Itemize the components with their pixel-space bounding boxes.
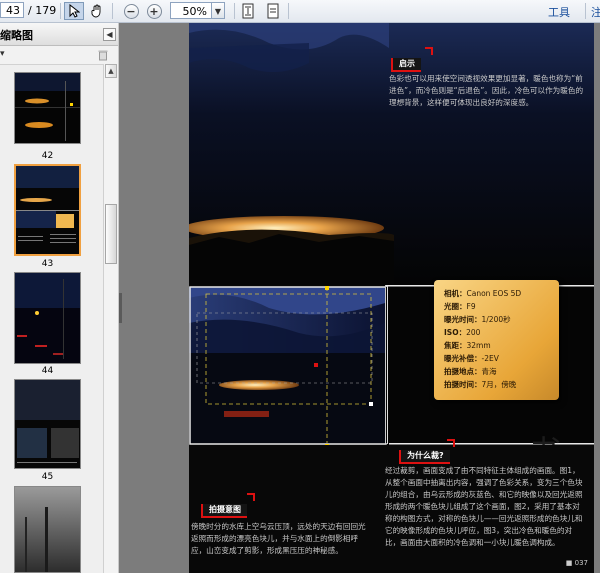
panel-header: 缩略图 ◀ <box>0 23 118 46</box>
collapse-panel-button[interactable]: ◀ <box>103 28 116 41</box>
hand-icon <box>91 4 101 18</box>
exif-row: ISO：200 <box>444 328 481 337</box>
tag-corner-decor <box>425 47 433 55</box>
thumbnail-image <box>15 73 80 143</box>
scroll-thumb[interactable] <box>105 204 117 264</box>
zoom-in-button[interactable]: + <box>144 2 164 20</box>
exif-info-card: 相机：Canon EOS 5D 光圈：F9 曝光时间：1/200秒 ISO：20… <box>434 280 559 400</box>
plus-icon: + <box>146 3 162 19</box>
fit-page-button[interactable] <box>238 2 258 20</box>
document-page: 书 启示 色彩也可以用来使空间透视效果更加显著，暖色也称为“前进色”，而冷色则是… <box>189 23 594 573</box>
chevron-left-icon: ◀ <box>106 30 113 39</box>
tip-tag: 启示 <box>391 58 421 72</box>
options-dropdown-icon[interactable]: ▾ <box>0 49 5 59</box>
exif-row: 拍摄地点：青海 <box>444 367 497 376</box>
chevron-up-icon: ▲ <box>108 67 114 75</box>
section-why: 为什么裁? <box>399 439 455 464</box>
thumbnail-image <box>15 273 80 363</box>
fit-width-button[interactable] <box>263 2 283 20</box>
select-tool-button[interactable] <box>64 2 84 20</box>
tip-text: 色彩也可以用来使空间透视效果更加显著，暖色也称为“前进色”，而冷色则是“后退色”… <box>389 74 584 107</box>
printed-page-number: ■ 037 <box>565 559 588 567</box>
page-thumbnail-46[interactable] <box>14 486 81 573</box>
exif-row: 相机：Canon EOS 5D <box>444 289 522 298</box>
page-thumbnail-44[interactable] <box>14 272 81 364</box>
thumbnails-panel: 缩略图 ◀ ▾ 42 43 44 45 ▲ <box>0 23 119 573</box>
fit-page-icon <box>242 3 254 19</box>
why-text: 经过裁剪，画面变成了由不同特征主体组成的画面。图1，从整个画面中抽离出内容，强调… <box>385 466 583 547</box>
minus-icon: − <box>123 3 139 19</box>
page-thumbnail-43[interactable] <box>14 164 81 256</box>
section-shoot: 拍摄意图 <box>201 493 255 518</box>
chevron-down-icon: ▼ <box>214 7 222 16</box>
exif-row: 曝光时间：1/200秒 <box>444 315 511 324</box>
page-number-input[interactable]: 43 <box>0 2 24 18</box>
thumbnail-page-label: 45 <box>41 472 54 482</box>
exif-row: 曝光补偿：-2EV <box>444 354 499 363</box>
thumbnail-image <box>16 166 79 254</box>
exif-row: 拍摄时间：7月，傍晚 <box>444 380 517 389</box>
hand-tool-button[interactable] <box>87 2 107 20</box>
zoom-out-button[interactable]: − <box>121 2 141 20</box>
thumbnail-page-label: 42 <box>41 151 54 161</box>
toolbar-separator <box>585 3 586 19</box>
thumbnail-scrollbar[interactable]: ▲ <box>103 64 118 573</box>
panel-title: 缩略图 <box>0 29 33 42</box>
splitter-handle[interactable] <box>119 293 122 323</box>
thumbnail-page-label: 43 <box>41 259 54 269</box>
thumbnail-image <box>15 380 80 468</box>
thumbnail-image <box>15 487 80 572</box>
trash-icon[interactable] <box>98 49 108 61</box>
shoot-tag: 拍摄意图 <box>201 504 247 518</box>
toolbar-separator <box>60 3 61 19</box>
section-tip: 启示 <box>391 47 433 72</box>
zoom-input[interactable]: 50% <box>170 2 212 19</box>
exif-row: 焦距：32mm <box>444 341 491 350</box>
cursor-arrow-icon <box>69 4 80 18</box>
panel-options-bar: ▾ <box>0 46 118 65</box>
page-thumbnail-42[interactable] <box>14 72 81 144</box>
comment-menu[interactable]: 注 <box>591 4 600 20</box>
page-thumbnail-45[interactable] <box>14 379 81 469</box>
shoot-text: 傍晚时分的水库上空乌云压顶，远处的天边有回回光返照而形成的漂亮色块儿，并与水面上… <box>191 522 366 555</box>
scroll-up-button[interactable]: ▲ <box>105 64 117 78</box>
exif-row: 光圈：F9 <box>444 302 476 311</box>
tools-menu[interactable]: 工具 <box>548 4 570 20</box>
toolbar-separator <box>112 3 113 19</box>
tag-corner-decor <box>447 439 455 447</box>
fit-width-icon <box>267 3 279 19</box>
why-tag: 为什么裁? <box>399 450 450 464</box>
thumbnail-page-label: 44 <box>41 366 54 376</box>
tag-corner-decor <box>247 493 255 501</box>
toolbar-separator <box>234 3 235 19</box>
toolbar-separator <box>288 3 289 19</box>
toolbar: 43 / 179 − + 50% ▼ 工具 注 <box>0 0 600 23</box>
total-pages-label: / 179 <box>28 4 57 17</box>
zoom-dropdown-button[interactable]: ▼ <box>212 2 225 19</box>
